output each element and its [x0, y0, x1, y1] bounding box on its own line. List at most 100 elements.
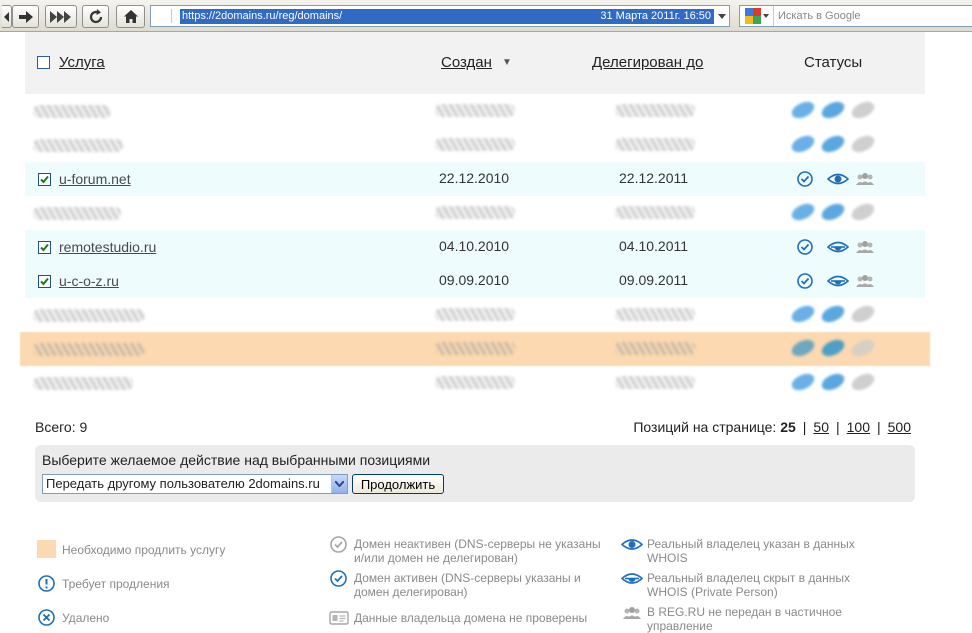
sort-desc-icon: ▼	[502, 57, 512, 68]
blurred-date	[435, 376, 515, 389]
row-checkbox[interactable]	[38, 275, 51, 288]
deleted-icon	[38, 609, 55, 626]
arrow-right-icon	[18, 10, 33, 23]
forward-button[interactable]	[12, 5, 39, 28]
column-statuses: Статусы	[804, 54, 863, 71]
delegated-date: 09.09.2011	[619, 272, 689, 288]
warning-icon	[38, 575, 55, 592]
action-select[interactable]: Передать другому пользователю 2domains.r…	[42, 474, 348, 494]
per-page-option-50[interactable]: 50	[813, 419, 829, 435]
domain-link[interactable]: remotestudio.ru	[59, 230, 156, 264]
url-dropdown-button[interactable]	[715, 6, 729, 26]
created-date: 09.09.2010	[439, 272, 510, 288]
blurred-status-icon	[789, 200, 817, 224]
table-row-hidden	[25, 128, 925, 162]
blurred-status-icon	[849, 132, 877, 156]
row-checkbox[interactable]	[38, 241, 51, 254]
table-row: remotestudio.ru 04.10.2010 04.10.2011	[25, 230, 925, 264]
search-engine-selector[interactable]	[740, 6, 774, 26]
page-date: 31 Марта 2011г. 16:50	[600, 10, 711, 22]
checkmark-icon	[40, 175, 49, 184]
table-row-renew-needed	[20, 332, 930, 366]
eye-icon	[621, 539, 643, 550]
delegated-date: 04.10.2011	[619, 238, 689, 254]
column-created[interactable]: Создан	[441, 54, 492, 71]
per-page-option-500[interactable]: 500	[888, 419, 911, 435]
blurred-status-icon	[789, 98, 817, 122]
bulk-action-panel: Выберите желаемое действие над выбранным…	[35, 445, 915, 502]
table-row-hidden	[25, 196, 925, 230]
legend-domain-inactive: Домен неактивен (DNS-серверы не указаны …	[354, 537, 601, 565]
blurred-domain	[33, 207, 121, 220]
blurred-domain	[33, 377, 133, 390]
partial-management-group-icon	[856, 173, 874, 185]
continue-button[interactable]: Продолжить	[352, 474, 444, 494]
reload-button[interactable]	[82, 5, 109, 28]
per-page-option-100[interactable]: 100	[847, 419, 870, 435]
blurred-date	[615, 308, 695, 321]
blurred-date	[615, 104, 695, 117]
home-button[interactable]	[116, 5, 145, 28]
action-select-value: Передать другому пользователю 2domains.r…	[46, 476, 320, 491]
blurred-date	[615, 138, 695, 151]
checkmark-icon	[40, 243, 49, 252]
separator: |	[802, 419, 807, 435]
eye-hidden-icon	[621, 573, 643, 584]
blurred-status-icon	[849, 370, 877, 394]
group-icon	[623, 607, 641, 619]
blurred-domain	[33, 105, 111, 118]
column-service[interactable]: Услуга	[59, 54, 105, 71]
domain-inactive-icon	[330, 536, 347, 553]
separator: |	[836, 419, 840, 435]
domain-active-icon	[797, 273, 813, 289]
blurred-status-icon	[849, 336, 877, 360]
owner-visible-eye-icon	[827, 173, 849, 185]
blurred-domain	[33, 309, 145, 322]
partial-management-group-icon	[856, 275, 874, 287]
created-date: 04.10.2010	[439, 238, 510, 254]
bulk-action-title: Выберите желаемое действие над выбранным…	[42, 452, 431, 468]
url-text[interactable]: https://2domains.ru/reg/domains/ 31 Март…	[180, 9, 714, 24]
per-page-selector: Позиций на странице: 25 | 50 | 100 | 500	[633, 419, 911, 435]
table-row: u-c-o-z.ru 09.09.2010 09.09.2011	[25, 264, 925, 298]
browser-toolbar: https://2domains.ru/reg/domains/ 31 Март…	[0, 0, 972, 32]
domain-link[interactable]: u-forum.net	[59, 162, 131, 196]
blurred-status-icon	[819, 302, 847, 326]
total-count: Всего: 9	[35, 419, 88, 435]
blurred-status-icon	[849, 98, 877, 122]
column-delegated[interactable]: Делегирован до	[592, 54, 703, 71]
blurred-status-icon	[789, 370, 817, 394]
delegated-date: 22.12.2011	[619, 170, 689, 186]
blurred-domain	[33, 343, 145, 356]
google-icon	[744, 8, 761, 24]
forward-history-button[interactable]	[45, 5, 77, 28]
blurred-status-icon	[849, 302, 877, 326]
back-button[interactable]	[2, 5, 12, 28]
blurred-date	[435, 308, 515, 321]
per-page-label: Позиций на странице:	[633, 419, 777, 435]
domain-link[interactable]: u-c-o-z.ru	[59, 264, 119, 298]
domain-active-icon	[797, 239, 813, 255]
blurred-status-icon	[789, 336, 817, 360]
table-row-hidden	[25, 366, 925, 400]
blurred-date	[435, 342, 515, 355]
blurred-date	[435, 104, 515, 117]
page-content: Услуга Создан ▼ Делегирован до Статусы u…	[0, 32, 972, 633]
legend-domain-active: Домен активен (DNS-серверы указаны и дом…	[354, 571, 581, 599]
legend-owner-not-verified: Данные владельца домена не проверены	[354, 611, 588, 625]
created-date: 22.12.2010	[439, 170, 510, 186]
separator: |	[877, 419, 881, 435]
search-input[interactable]	[778, 8, 968, 24]
chevron-down-icon	[718, 13, 726, 19]
row-checkbox[interactable]	[38, 173, 51, 186]
domain-active-icon	[330, 570, 347, 587]
blurred-status-icon	[789, 302, 817, 326]
select-dropdown-button[interactable]	[331, 475, 347, 493]
home-icon	[123, 10, 138, 23]
address-bar[interactable]: https://2domains.ru/reg/domains/ 31 Март…	[150, 5, 730, 27]
owner-hidden-eye-icon	[827, 241, 849, 253]
select-all-checkbox[interactable]	[37, 56, 50, 69]
blurred-status-icon	[819, 200, 847, 224]
partial-management-group-icon	[856, 241, 874, 253]
blurred-date	[615, 342, 695, 355]
